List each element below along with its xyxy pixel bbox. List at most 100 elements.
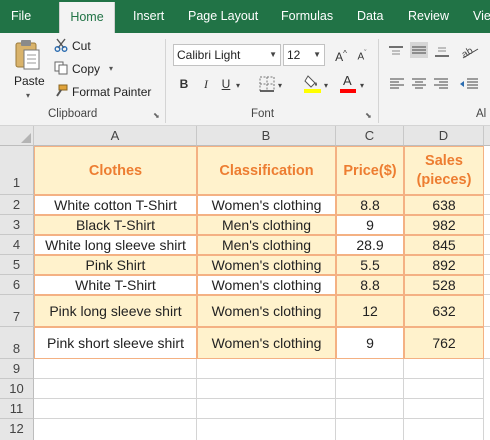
cell-a2[interactable]: White cotton T-Shirt: [34, 195, 197, 215]
row-header[interactable]: 9: [0, 359, 34, 379]
cell-c1[interactable]: Price($): [336, 146, 404, 195]
cell-b5[interactable]: Women's clothing: [197, 255, 336, 275]
tab-insert[interactable]: Insert: [133, 0, 164, 33]
cell-d3[interactable]: 982: [404, 215, 484, 235]
tab-formulas[interactable]: Formulas: [281, 0, 333, 33]
cell-c9[interactable]: [336, 359, 404, 379]
row-header[interactable]: 5: [0, 255, 34, 275]
format-painter-button[interactable]: Format Painter: [54, 83, 154, 101]
column-header-e[interactable]: [484, 126, 490, 146]
middle-align-icon[interactable]: [410, 42, 428, 58]
cell-d11[interactable]: [404, 399, 484, 419]
bold-button[interactable]: B: [174, 74, 194, 94]
cell-a3[interactable]: Black T-Shirt: [34, 215, 197, 235]
row-header[interactable]: 12: [0, 419, 34, 440]
row-header[interactable]: 10: [0, 379, 34, 399]
tab-file[interactable]: File: [11, 0, 31, 33]
fill-color-icon[interactable]: [304, 73, 322, 93]
cell-b3[interactable]: Men's clothing: [197, 215, 336, 235]
cell-d8[interactable]: 762: [404, 327, 484, 359]
font-size-select[interactable]: 12 ▼: [283, 44, 325, 66]
cell-e8[interactable]: [484, 327, 490, 359]
font-launcher-icon[interactable]: ⬊: [365, 111, 372, 120]
underline-button[interactable]: U: [216, 74, 236, 94]
cell-a7[interactable]: Pink long sleeve shirt: [34, 295, 197, 327]
cell-a5[interactable]: Pink Shirt: [34, 255, 197, 275]
column-header-d[interactable]: D: [404, 126, 484, 146]
cell-a6[interactable]: White T-Shirt: [34, 275, 197, 295]
align-left-icon[interactable]: [389, 77, 405, 91]
row-header[interactable]: 7: [0, 295, 34, 327]
cell-c3[interactable]: 9: [336, 215, 404, 235]
cell-d4[interactable]: 845: [404, 235, 484, 255]
tab-view[interactable]: View: [473, 0, 490, 33]
tab-data[interactable]: Data: [357, 0, 383, 33]
row-header[interactable]: 4: [0, 235, 34, 255]
cell-d7[interactable]: 632: [404, 295, 484, 327]
cell-a4[interactable]: White long sleeve shirt: [34, 235, 197, 255]
column-header-c[interactable]: C: [336, 126, 404, 146]
cell-d12[interactable]: [404, 419, 484, 440]
top-align-icon[interactable]: [388, 45, 404, 57]
cell-b8[interactable]: Women's clothing: [197, 327, 336, 359]
cell-c12[interactable]: [336, 419, 404, 440]
cut-button[interactable]: Cut: [54, 37, 144, 55]
cell-a12[interactable]: [34, 419, 197, 440]
row-header[interactable]: 1: [0, 146, 34, 195]
cell-b7[interactable]: Women's clothing: [197, 295, 336, 327]
cell-b9[interactable]: [197, 359, 336, 379]
tab-page-layout[interactable]: Page Layout: [188, 0, 258, 33]
clipboard-launcher-icon[interactable]: ⬊: [153, 111, 160, 120]
row-header[interactable]: 6: [0, 275, 34, 295]
cell-b6[interactable]: Women's clothing: [197, 275, 336, 295]
font-name-select[interactable]: Calibri Light ▼: [173, 44, 281, 66]
font-color-dropdown-icon[interactable]: ▾: [360, 81, 364, 90]
copy-button[interactable]: Copy ▾: [54, 60, 144, 78]
orientation-icon[interactable]: ab: [460, 43, 480, 59]
row-header[interactable]: 2: [0, 195, 34, 215]
cell-b4[interactable]: Men's clothing: [197, 235, 336, 255]
align-center-icon[interactable]: [411, 77, 427, 91]
cell-c5[interactable]: 5.5: [336, 255, 404, 275]
cell-e4[interactable]: [484, 235, 490, 255]
cell-c10[interactable]: [336, 379, 404, 399]
tab-home[interactable]: Home: [59, 2, 115, 33]
cell-a1[interactable]: Clothes: [34, 146, 197, 195]
italic-button[interactable]: I: [196, 74, 216, 94]
select-all-button[interactable]: [0, 126, 34, 146]
cell-e5[interactable]: [484, 255, 490, 275]
row-header[interactable]: 8: [0, 327, 34, 359]
cell-a11[interactable]: [34, 399, 197, 419]
cell-b12[interactable]: [197, 419, 336, 440]
cell-d2[interactable]: 638: [404, 195, 484, 215]
cell-e3[interactable]: [484, 215, 490, 235]
bottom-align-icon[interactable]: [434, 44, 450, 58]
align-right-icon[interactable]: [433, 77, 449, 91]
cell-a9[interactable]: [34, 359, 197, 379]
paste-button[interactable]: Paste ▾: [8, 39, 48, 101]
cell-c11[interactable]: [336, 399, 404, 419]
cell-b10[interactable]: [197, 379, 336, 399]
grow-font-button[interactable]: A^: [331, 44, 351, 64]
cell-a10[interactable]: [34, 379, 197, 399]
cell-d6[interactable]: 528: [404, 275, 484, 295]
column-header-a[interactable]: A: [34, 126, 197, 146]
cell-d9[interactable]: [404, 359, 484, 379]
cell-b1[interactable]: Classification: [197, 146, 336, 195]
font-color-button[interactable]: A: [340, 73, 356, 93]
cell-b11[interactable]: [197, 399, 336, 419]
cell-e7[interactable]: [484, 295, 490, 327]
cell-c7[interactable]: 12: [336, 295, 404, 327]
borders-icon[interactable]: [259, 76, 275, 92]
shrink-font-button[interactable]: Aˇ: [352, 44, 372, 64]
cell-c2[interactable]: 8.8: [336, 195, 404, 215]
tab-review[interactable]: Review: [408, 0, 449, 33]
cell-d10[interactable]: [404, 379, 484, 399]
row-header[interactable]: 11: [0, 399, 34, 419]
cell-e2[interactable]: [484, 195, 490, 215]
cell-b2[interactable]: Women's clothing: [197, 195, 336, 215]
cell-c4[interactable]: 28.9: [336, 235, 404, 255]
cell-c6[interactable]: 8.8: [336, 275, 404, 295]
cell-e6[interactable]: [484, 275, 490, 295]
cell-c8[interactable]: 9: [336, 327, 404, 359]
